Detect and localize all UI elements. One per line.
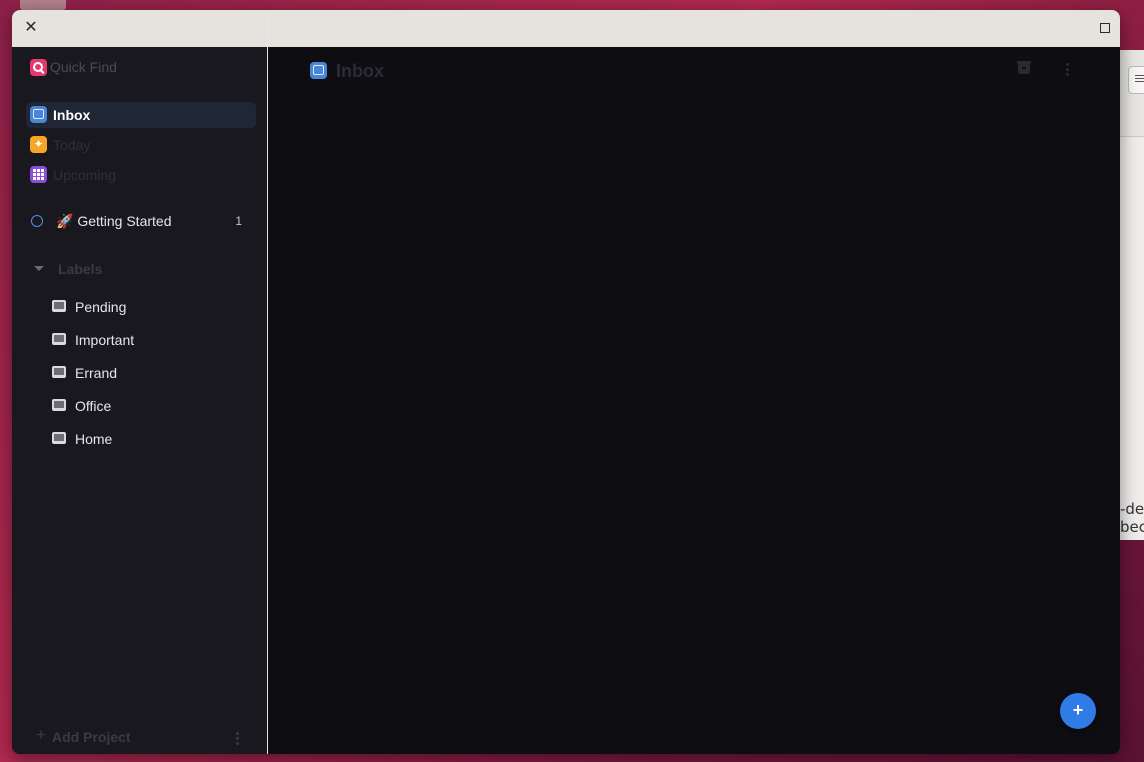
add-project-button[interactable]: + Add Project bbox=[34, 725, 194, 747]
sidebar-item-upcoming[interactable]: Upcoming bbox=[26, 162, 256, 188]
app-window: ✕ Quick Find Inbox Today Upcoming 🚀 Gett… bbox=[12, 10, 1120, 754]
page-header: Inbox bbox=[310, 60, 510, 82]
quick-find[interactable]: Quick Find bbox=[30, 58, 250, 78]
label-text: Office bbox=[75, 398, 112, 414]
label-icon bbox=[52, 300, 66, 312]
sidebar-more-icon[interactable] bbox=[232, 731, 242, 747]
label-text: Home bbox=[75, 431, 113, 447]
labels-title: Labels bbox=[58, 261, 103, 277]
label-item-office[interactable]: Office bbox=[50, 396, 250, 418]
inbox-icon bbox=[30, 106, 47, 123]
project-count: 1 bbox=[235, 214, 242, 228]
titlebar-left: ✕ bbox=[12, 10, 267, 47]
background-window-text: -de bbox=[1120, 500, 1144, 518]
maximize-icon[interactable] bbox=[1100, 23, 1110, 33]
label-item-pending[interactable]: Pending bbox=[50, 297, 250, 319]
label-item-important[interactable]: Important bbox=[50, 330, 250, 352]
desktop-tab bbox=[20, 0, 66, 10]
label-icon bbox=[52, 432, 66, 444]
label-text: Errand bbox=[75, 365, 118, 381]
chevron-down-icon bbox=[34, 266, 44, 271]
label-icon bbox=[52, 399, 66, 411]
label-icon bbox=[52, 333, 66, 345]
label-icon bbox=[52, 366, 66, 378]
close-icon[interactable]: ✕ bbox=[22, 19, 40, 37]
sidebar-item-label: Inbox bbox=[53, 107, 91, 123]
sidebar-item-inbox[interactable]: Inbox bbox=[26, 102, 256, 128]
project-getting-started[interactable]: 🚀 Getting Started 1 bbox=[26, 209, 256, 233]
project-label: 🚀 Getting Started bbox=[56, 213, 172, 229]
quick-find-label: Quick Find bbox=[50, 59, 117, 75]
search-icon bbox=[30, 59, 47, 76]
calendar-icon bbox=[30, 166, 47, 183]
label-item-home[interactable]: Home bbox=[50, 429, 250, 451]
main-content: Inbox + bbox=[268, 47, 1120, 754]
hamburger-menu-icon[interactable] bbox=[1128, 66, 1144, 94]
labels-section-toggle[interactable]: Labels bbox=[34, 260, 234, 280]
add-task-button[interactable]: + bbox=[1060, 693, 1096, 729]
titlebar-right bbox=[268, 10, 1120, 47]
inbox-icon bbox=[310, 62, 327, 79]
background-window-text: bec bbox=[1120, 518, 1144, 536]
page-title: Inbox bbox=[336, 61, 384, 81]
label-text: Pending bbox=[75, 299, 127, 315]
label-text: Important bbox=[75, 332, 135, 348]
sidebar-item-label: Upcoming bbox=[53, 167, 117, 183]
today-star-icon bbox=[30, 136, 47, 153]
project-circle-icon bbox=[31, 215, 43, 227]
label-item-errand[interactable]: Errand bbox=[50, 363, 250, 385]
sidebar: Quick Find Inbox Today Upcoming 🚀 Gettin… bbox=[12, 47, 267, 754]
add-project-label: Add Project bbox=[52, 729, 131, 745]
sidebar-item-label: Today bbox=[53, 137, 91, 153]
sidebar-item-today[interactable]: Today bbox=[26, 132, 256, 158]
plus-icon: + bbox=[36, 725, 46, 744]
archive-icon[interactable] bbox=[1017, 61, 1031, 74]
more-options-icon[interactable] bbox=[1062, 62, 1072, 78]
